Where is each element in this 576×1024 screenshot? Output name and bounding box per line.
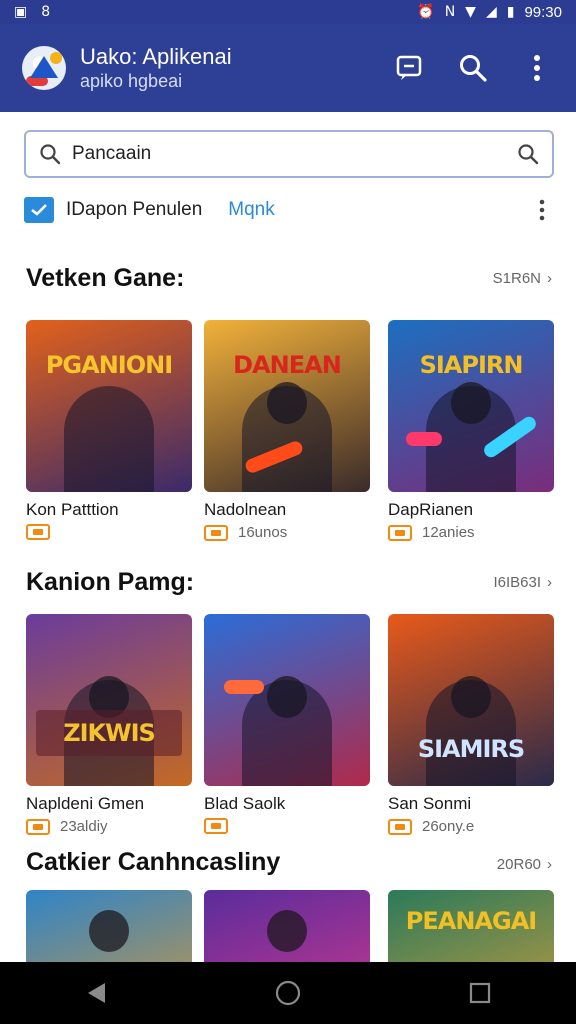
filter-label: IDapon Penulen [66, 199, 203, 220]
game-card[interactable]: PGANIONI Kon Patttion [26, 320, 192, 540]
recents-icon [469, 982, 491, 1004]
game-title: DapRianen [388, 500, 474, 519]
sync-icon: 8 [41, 4, 51, 20]
game-title: Blad Saolk [204, 794, 286, 813]
game-card[interactable]: ZIKWIS Napldeni Gmen 23aldiy [26, 614, 192, 835]
section-title: Catkier Canhncasliny [26, 848, 281, 876]
section-more-label: I6IB63I [493, 574, 541, 591]
back-icon [88, 983, 105, 1003]
section-more-link[interactable]: I6IB63I › [493, 574, 552, 591]
chevron-right-icon: › [547, 856, 552, 873]
game-row: PGANIONI Kon Patttion DANEAN Nadolnean 1… [26, 320, 576, 550]
message-button[interactable] [392, 51, 426, 85]
gallery-icon: ▣ [14, 4, 28, 20]
game-thumbnail: SIAMIRS [388, 614, 554, 786]
game-title: Kon Patttion [26, 500, 119, 519]
game-banner-text: SIAMIRS [417, 735, 525, 763]
glow-effect [224, 680, 264, 694]
chevron-right-icon: › [547, 270, 552, 287]
rating-badge-icon [388, 524, 412, 541]
game-thumbnail: ZIKWIS [26, 614, 192, 786]
game-thumbnail [26, 890, 192, 962]
game-card[interactable] [204, 890, 370, 962]
game-title: San Sonmi [388, 794, 472, 813]
signal-icon: ◢ [485, 4, 497, 20]
battery-icon: ▮ [506, 4, 515, 20]
wifi-icon: ▼ [465, 4, 476, 20]
app-bar: Uako: Aplikenai apiko hgbeai [0, 24, 576, 112]
section-more-label: 20R60 [496, 856, 541, 873]
rating-badge-icon [26, 524, 50, 540]
hero-figure [242, 680, 332, 786]
section-more-label: S1R6N [492, 270, 541, 287]
appbar-search-button[interactable] [456, 51, 490, 85]
section-title: Kanion Pamg: [26, 568, 195, 596]
nfc-icon: N [444, 4, 456, 20]
game-card[interactable]: PEANAGAI [388, 890, 554, 962]
game-card[interactable] [26, 890, 192, 962]
game-thumbnail: SIAPIRN [388, 320, 554, 492]
game-thumbnail: PGANIONI [26, 320, 192, 492]
game-thumbnail [204, 614, 370, 786]
rating-badge-icon [26, 818, 50, 835]
game-row: ZIKWIS Napldeni Gmen 23aldiy Blad Saolk … [26, 614, 576, 844]
game-meta: 23aldiy [60, 818, 108, 835]
game-row: PEANAGAI [26, 890, 576, 962]
game-banner-text: ZIKWIS [36, 710, 182, 756]
rating-badge-icon [204, 818, 228, 834]
glow-effect [406, 432, 442, 446]
search-input[interactable] [72, 143, 516, 165]
section-title: Vetken Gane: [26, 264, 185, 292]
home-icon [275, 980, 301, 1006]
game-banner-text: PEANAGAI [405, 907, 537, 935]
chevron-right-icon: › [547, 574, 552, 591]
game-thumbnail [204, 890, 370, 962]
search-submit-icon[interactable] [516, 142, 540, 166]
message-icon [396, 55, 422, 80]
app-titles: Uako: Aplikenai apiko hgbeai [80, 44, 232, 92]
system-nav-bar [0, 962, 576, 1024]
game-meta: 12anies [422, 524, 475, 541]
app-title: Uako: Aplikenai [80, 44, 232, 69]
filter-row: IDapon Penulen Mqnk [24, 194, 554, 226]
section-more-link[interactable]: 20R60 › [497, 856, 552, 873]
more-vert-icon [534, 55, 540, 81]
status-bar: ▣ 8 ⏰ N ▼ ◢ ▮ 99:30 [0, 0, 576, 24]
hero-figure [64, 386, 154, 492]
game-title: Napldeni Gmen [26, 794, 145, 813]
more-options-button[interactable] [520, 51, 554, 85]
filter-checkbox-icon[interactable] [24, 197, 54, 223]
home-button[interactable] [258, 968, 318, 1018]
game-card[interactable]: DANEAN Nadolnean 16unos [204, 320, 370, 541]
game-card[interactable]: SIAMIRS San Sonmi 26ony.e [388, 614, 554, 835]
search-bar[interactable] [24, 130, 554, 178]
search-leading-icon [38, 142, 62, 166]
section-more-link[interactable]: S1R6N › [493, 270, 552, 287]
filter-more-icon[interactable] [530, 196, 554, 224]
game-thumbnail: PEANAGAI [388, 890, 554, 962]
game-meta: 16unos [238, 524, 288, 541]
game-thumbnail: DANEAN [204, 320, 370, 492]
game-title: Nadolnean [204, 500, 287, 519]
status-time: 99:30 [524, 3, 562, 21]
app-subtitle: apiko hgbeai [80, 71, 183, 91]
game-card[interactable]: Blad Saolk [204, 614, 370, 834]
filter-link[interactable]: Mqnk [228, 199, 274, 221]
app-logo [22, 46, 66, 90]
hero-head [89, 910, 129, 952]
rating-badge-icon [388, 818, 412, 835]
game-card[interactable]: SIAPIRN DapRianen 12anies [388, 320, 554, 541]
alarm-icon: ⏰ [417, 4, 435, 20]
hero-head [267, 910, 307, 952]
back-button[interactable] [66, 968, 126, 1018]
game-banner-text: PGANIONI [45, 351, 173, 379]
search-icon [460, 55, 487, 82]
recents-button[interactable] [450, 968, 510, 1018]
game-meta: 26ony.e [422, 818, 475, 835]
rating-badge-icon [204, 524, 228, 541]
hero-figure [242, 386, 332, 492]
